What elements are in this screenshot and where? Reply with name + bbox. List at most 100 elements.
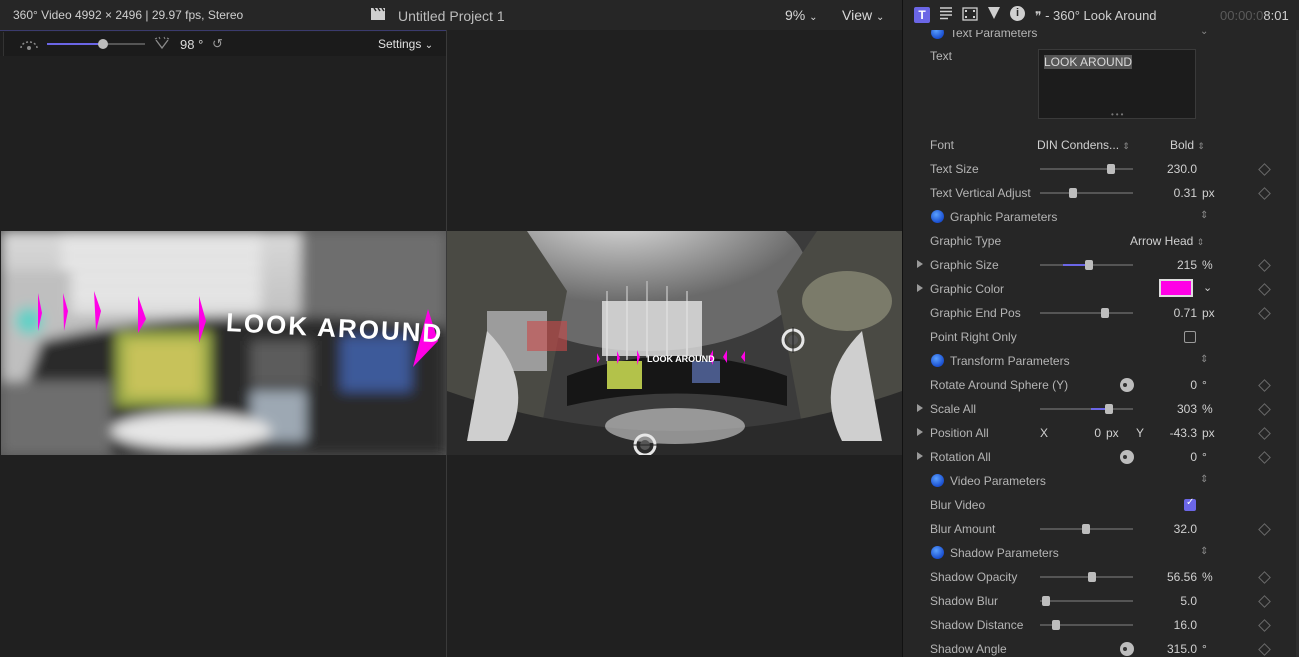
updown-icon[interactable]: ⇕ [1200,354,1208,365]
keyframe-icon[interactable] [1258,619,1271,632]
keyframe-icon[interactable] [1258,403,1271,416]
project-title: Untitled Project 1 [398,7,505,24]
keyframe-icon[interactable] [1258,571,1271,584]
settings-menu[interactable]: Settings ⌄ [378,37,433,51]
viewer-360-image[interactable]: LOOK AROUND [1,231,446,455]
updown-icon[interactable]: ⇕ [1200,210,1208,221]
graphic-end-pos-slider-knob[interactable] [1101,308,1109,318]
disclosure-triangle-icon[interactable] [917,260,923,268]
updown-icon[interactable]: ⇕ [1200,474,1208,485]
text-size-value[interactable]: 230.0 [1143,162,1197,176]
keyframe-icon[interactable] [1258,283,1271,296]
shadow-opacity-value[interactable]: 56.56 [1143,570,1197,584]
graphic-color-swatch[interactable] [1159,279,1193,297]
video-inspector-icon[interactable] [962,7,978,26]
blur-amount-slider-knob[interactable] [1082,524,1090,534]
keyframe-icon[interactable] [1258,595,1271,608]
text-vertical-adjust-slider-knob[interactable] [1069,188,1077,198]
keyframe-icon[interactable] [1258,187,1271,200]
rotation-all-value[interactable]: 0 [1143,450,1197,464]
keyframe-icon[interactable] [1258,259,1271,272]
param-label: Shadow Blur [930,594,999,608]
unit-label: % [1202,570,1213,584]
section-shadow-parameters[interactable]: Shadow Parameters ⇕ [903,541,1296,565]
shadow-angle-dial[interactable] [1120,642,1134,656]
resize-handle-icon[interactable]: ••• [1111,110,1125,119]
rotation-all-dial[interactable] [1120,450,1134,464]
keyframe-icon[interactable] [1258,451,1271,464]
graphic-size-slider-knob[interactable] [1085,260,1093,270]
info-icon[interactable]: i [1010,6,1025,21]
param-label: Text [930,49,953,63]
title-inspector-tab[interactable]: T [914,7,930,23]
keyframe-icon[interactable] [1258,523,1271,536]
blur-amount-value[interactable]: 32.0 [1143,522,1197,536]
position-y-value[interactable]: -43.3 [1153,426,1197,440]
shadow-blur-slider[interactable] [1040,600,1133,602]
keyframe-icon[interactable] [1258,379,1271,392]
graphic-type-popup[interactable]: Arrow Head ⇕ [1130,234,1204,248]
zoom-value: 9% [785,7,806,23]
shadow-blur-slider-knob[interactable] [1042,596,1050,606]
chevron-down-icon[interactable]: ⌄ [1203,281,1212,294]
text-vertical-adjust-value[interactable]: 0.31 [1143,186,1197,200]
param-label: Graphic Type [930,234,1002,248]
keyframe-icon[interactable] [1258,307,1271,320]
shadow-angle-value[interactable]: 315.0 [1143,642,1197,656]
blur-video-checkbox[interactable] [1184,497,1196,511]
graphic-size-value[interactable]: 215 [1143,258,1197,272]
scale-all-value[interactable]: 303 [1143,402,1197,416]
inspector-timecode: 00:00:08:01 [1220,8,1289,23]
point-right-only-checkbox[interactable] [1184,331,1196,343]
chevron-down-icon[interactable]: ⌄ [1200,30,1208,37]
shadow-distance-slider-knob[interactable] [1052,620,1060,630]
keyframe-icon[interactable] [1258,643,1271,656]
section-graphic-parameters[interactable]: Graphic Parameters ⇕ [903,205,1296,229]
shadow-opacity-slider[interactable] [1040,576,1133,578]
clip-info: 360° Video 4992 × 2496 | 29.97 fps, Ster… [13,8,244,22]
param-text-vertical-adjust: Text Vertical Adjust 0.31 px [903,181,1296,205]
disclosure-triangle-icon[interactable] [917,428,923,436]
section-text-parameters[interactable]: Text Parameters ⌄ [903,30,1296,45]
shadow-distance-value[interactable]: 16.0 [1143,618,1197,632]
section-video-parameters[interactable]: Video Parameters ⇕ [903,469,1296,493]
disclosure-triangle-icon[interactable] [917,284,923,292]
rotate-around-sphere-dial[interactable] [1120,378,1134,392]
rotate-around-sphere-value[interactable]: 0 [1143,378,1197,392]
param-blur-amount: Blur Amount 32.0 [903,517,1296,541]
scale-all-slider-knob[interactable] [1105,404,1113,414]
text-inspector-icon[interactable] [939,6,953,25]
text-vertical-adjust-slider[interactable] [1040,192,1133,194]
fov-narrow-icon [19,37,39,55]
font-family-popup[interactable]: DIN Condens... ⇕ [1037,138,1130,152]
zoom-menu[interactable]: 9% ⌄ [785,7,818,23]
disclosure-triangle-icon[interactable] [917,452,923,460]
text-size-slider[interactable] [1040,168,1133,170]
graphic-end-pos-slider[interactable] [1040,312,1133,314]
shadow-opacity-slider-knob[interactable] [1088,572,1096,582]
disclosure-triangle-icon[interactable] [917,404,923,412]
view-menu[interactable]: View ⌄ [842,7,884,23]
param-graphic-type: Graphic Type Arrow Head ⇕ [903,229,1296,253]
scale-all-slider-fill [1091,408,1106,410]
text-field-value: LOOK AROUND [1044,55,1133,69]
section-transform-parameters[interactable]: Transform Parameters ⇕ [903,349,1296,373]
font-weight-popup[interactable]: Bold ⇕ [1170,138,1205,152]
updown-icon[interactable]: ⇕ [1200,546,1208,557]
overlay-text-small: LOOK AROUND [647,354,715,364]
param-graphic-size: Graphic Size 215 % [903,253,1296,277]
text-size-slider-knob[interactable] [1107,164,1115,174]
color-inspector-icon[interactable] [987,6,1001,25]
position-x-value[interactable]: 0 [1063,426,1101,440]
param-position-all: Position All X 0 px Y -43.3 px [903,421,1296,445]
shadow-blur-value[interactable]: 5.0 [1143,594,1197,608]
keyframe-icon[interactable] [1258,427,1271,440]
section-label: Shadow Parameters [950,546,1059,560]
reset-icon[interactable]: ↺ [212,36,223,52]
scale-all-slider[interactable] [1040,408,1133,410]
keyframe-icon[interactable] [1258,163,1271,176]
graphic-end-pos-value[interactable]: 0.71 [1143,306,1197,320]
fov-slider-knob[interactable] [98,39,108,49]
viewer-equirect-image[interactable]: LOOK AROUND [447,231,902,455]
text-field[interactable]: LOOK AROUND ••• [1038,49,1196,119]
